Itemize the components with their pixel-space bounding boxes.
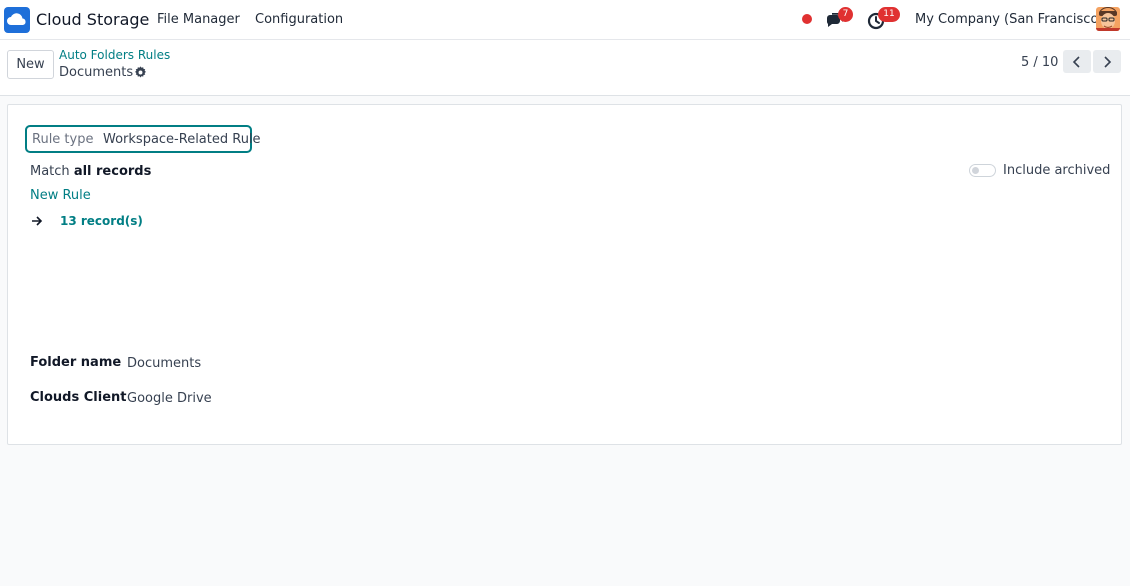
chevron-left-icon	[1072, 55, 1080, 68]
chevron-right-icon	[1104, 55, 1112, 68]
breadcrumb-parent[interactable]: Auto Folders Rules	[59, 48, 170, 62]
rule-type-value[interactable]: Workspace-Related Rule	[103, 132, 261, 147]
rule-type-label: Rule type	[32, 132, 94, 147]
pager-previous-button[interactable]	[1063, 50, 1091, 73]
gear-icon[interactable]	[134, 66, 147, 79]
avatar[interactable]	[1096, 7, 1120, 31]
rule-type-field[interactable]: Rule type Workspace-Related Rule	[25, 125, 261, 153]
pager-value[interactable]: 5 / 10	[1021, 55, 1058, 70]
activities-badge: 11	[878, 7, 900, 22]
pager-next-button[interactable]	[1093, 50, 1121, 73]
domain-match-summary: Match all records	[30, 164, 151, 179]
folder-name-label: Folder name	[30, 355, 122, 370]
control-panel: New Auto Folders Rules Documents 5 / 10	[0, 40, 1130, 96]
toggle-knob	[972, 167, 979, 174]
cloud-icon[interactable]	[4, 7, 30, 33]
match-prefix: Match	[30, 164, 70, 179]
messages-badge: 7	[838, 7, 853, 22]
menu-configuration[interactable]: Configuration	[255, 12, 343, 27]
status-indicator[interactable]	[802, 14, 812, 24]
new-button[interactable]: New	[7, 50, 54, 79]
include-archived-label: Include archived	[1003, 163, 1111, 178]
menu-file-manager[interactable]: File Manager	[157, 12, 240, 27]
breadcrumb-current: Documents	[59, 65, 134, 80]
new-rule-link[interactable]: New Rule	[30, 188, 91, 203]
app-title[interactable]: Cloud Storage	[36, 10, 149, 29]
folder-name-value[interactable]: Documents	[127, 356, 201, 371]
arrow-right-icon	[32, 216, 43, 226]
records-count-link[interactable]: 13 record(s)	[60, 214, 143, 228]
company-switcher[interactable]: My Company (San Francisco)	[915, 12, 1103, 27]
include-archived-toggle[interactable]	[969, 164, 996, 177]
form-sheet: Rule type Workspace-Related Rule Match a…	[7, 104, 1122, 445]
clouds-client-label: Clouds Client	[30, 390, 127, 405]
match-scope[interactable]: all records	[74, 164, 152, 179]
clouds-client-value[interactable]: Google Drive	[127, 391, 212, 406]
top-navbar: Cloud Storage File Manager Configuration…	[0, 0, 1130, 40]
